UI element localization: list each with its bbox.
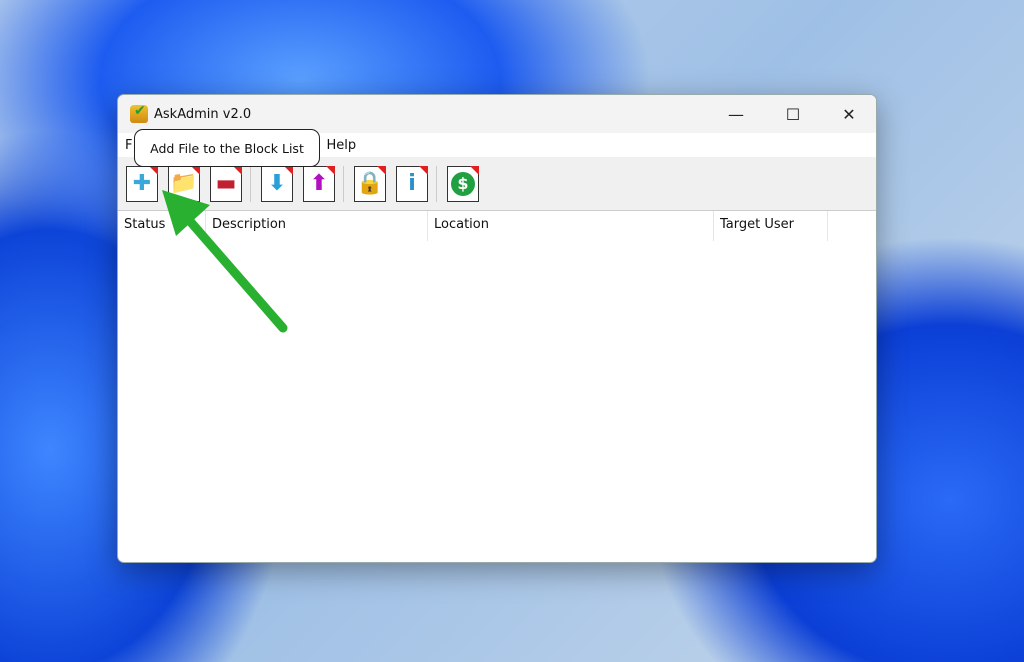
annotation-arrow [162, 190, 288, 333]
arrow-shaft [177, 207, 288, 333]
